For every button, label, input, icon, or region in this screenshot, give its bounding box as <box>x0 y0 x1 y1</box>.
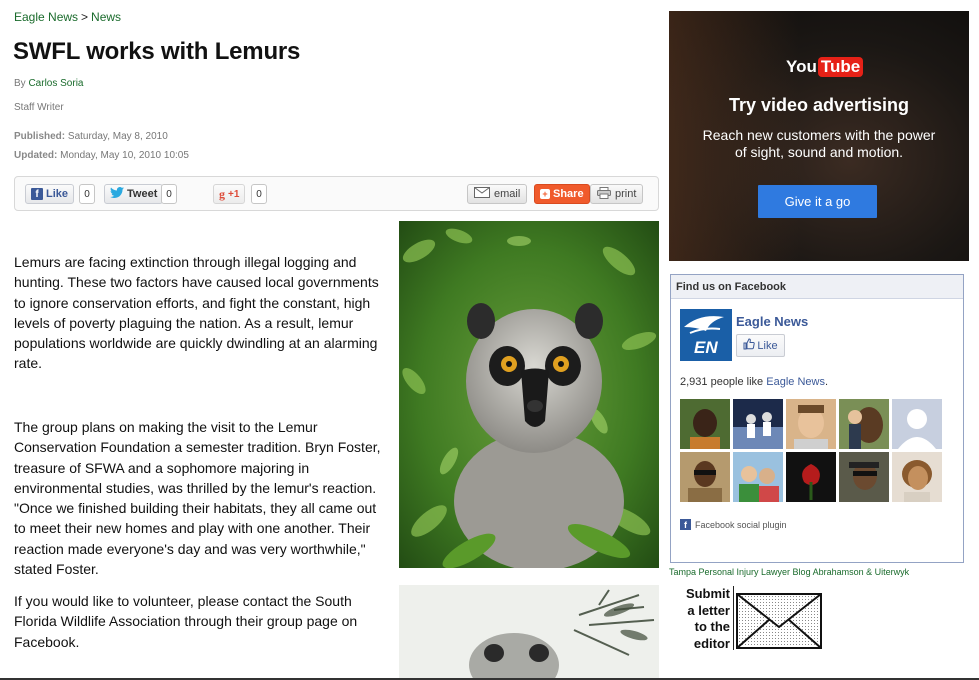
share-button[interactable]: + Share <box>534 184 590 204</box>
fan-faces-grid <box>680 399 944 502</box>
ad-subtext: Reach new customers with the power of si… <box>702 127 936 160</box>
fan-avatar[interactable] <box>786 399 836 449</box>
fan-count-page-link[interactable]: Eagle News <box>766 376 825 388</box>
facebook-page-like-button[interactable]: Like <box>736 334 785 357</box>
updated-label: Updated: <box>14 150 58 161</box>
google-plus-one-button[interactable]: g +1 <box>213 184 246 204</box>
breadcrumb-home-link[interactable]: Eagle News <box>14 10 78 24</box>
print-icon <box>597 186 611 202</box>
article-title: SWFL works with Lemurs <box>13 38 301 65</box>
byline-prefix: By <box>14 78 26 89</box>
share-plus-icon: + <box>540 189 550 199</box>
ad-headline: Try video advertising <box>728 95 910 115</box>
fan-avatar[interactable] <box>733 399 783 449</box>
fan-count-suffix: . <box>824 376 829 388</box>
tweet-button[interactable]: Tweet <box>104 184 164 204</box>
lemur-photo-2 <box>399 585 659 680</box>
fan-avatar[interactable] <box>680 399 730 449</box>
tweet-label: Tweet <box>127 188 158 200</box>
byline: By Carlos Soria <box>14 78 83 89</box>
article-paragraph-1: Lemurs are facing extinction through ill… <box>14 254 379 372</box>
facebook-fan-count: 2,931 people like Eagle News. <box>680 376 828 388</box>
fan-avatar[interactable] <box>892 452 942 502</box>
submit-letter-line: editor <box>693 635 730 651</box>
author-link[interactable]: Carlos Soria <box>28 78 83 89</box>
google-plus-label: +1 <box>228 188 240 200</box>
fan-avatar[interactable] <box>786 452 836 502</box>
breadcrumb-separator: > <box>81 10 89 24</box>
envelope-icon[interactable] <box>736 593 822 649</box>
youtube-logo-tube: Tube <box>817 57 864 77</box>
facebook-icon: f <box>680 519 691 530</box>
youtube-logo: You Tube <box>786 57 864 77</box>
breadcrumb: Eagle News > News <box>14 10 121 24</box>
facebook-like-count: 0 <box>79 184 95 204</box>
fan-avatar[interactable] <box>839 452 889 502</box>
facebook-like-box: Find us on Facebook EN Eagle News Like 2… <box>670 274 964 563</box>
letter-divider <box>733 586 734 650</box>
fan-avatar[interactable] <box>680 452 730 502</box>
ad-cta-button[interactable]: Give it a go <box>758 185 877 218</box>
lemur-photo <box>399 221 659 568</box>
fan-count-text: 2,931 people like <box>680 376 764 388</box>
fan-avatar[interactable] <box>733 452 783 502</box>
email-icon <box>474 187 490 201</box>
submit-letter-line: Submit <box>685 586 730 601</box>
breadcrumb-news-link[interactable]: News <box>91 10 121 24</box>
facebook-box-header: Find us on Facebook <box>671 275 963 299</box>
facebook-plugin-label: Facebook social plugin <box>695 519 787 530</box>
submit-letter-line: to the <box>694 619 730 634</box>
article-paragraph-2: The group plans on making the visit to t… <box>14 419 381 578</box>
twitter-icon <box>110 187 124 201</box>
print-label: print <box>615 188 637 200</box>
facebook-like-button[interactable]: f Like <box>25 184 75 204</box>
share-label: Share <box>553 188 584 200</box>
print-button[interactable]: print <box>590 184 644 204</box>
tweet-count: 0 <box>161 184 177 204</box>
email-button[interactable]: email <box>467 184 528 204</box>
updated-date: Monday, May 10, 2010 10:05 <box>60 150 189 161</box>
facebook-like-label: Like <box>46 188 69 200</box>
facebook-page-like-label: Like <box>757 339 778 352</box>
fan-avatar[interactable] <box>839 399 889 449</box>
fan-avatar[interactable] <box>892 399 942 449</box>
lawyer-blog-link[interactable]: Tampa Personal Injury Lawyer Blog Abraha… <box>669 567 909 577</box>
article-dates: Published: Saturday, May 8, 2010 Updated… <box>14 127 189 165</box>
share-bar: f Like 0 Tweet 0 g +1 0 email + Share pr… <box>14 176 659 211</box>
google-plus-icon: g <box>219 186 225 201</box>
article-paragraph-3: If you would like to volunteer, please c… <box>14 593 358 650</box>
google-plus-count: 0 <box>251 184 267 204</box>
facebook-page-name-link[interactable]: Eagle News <box>736 314 808 329</box>
youtube-ad[interactable]: You Tube Try video advertising Reach new… <box>669 11 969 261</box>
eagle-news-logo[interactable]: EN <box>680 309 732 361</box>
published-label: Published: <box>14 131 66 142</box>
facebook-social-plugin: f Facebook social plugin <box>680 519 787 530</box>
submit-letter-line: a letter <box>687 602 730 618</box>
facebook-icon: f <box>31 188 43 200</box>
thumbs-up-icon <box>743 338 756 353</box>
published-date: Saturday, May 8, 2010 <box>67 131 168 142</box>
youtube-logo-you: You <box>786 57 817 76</box>
email-label: email <box>494 188 521 200</box>
author-role: Staff Writer <box>14 102 64 113</box>
logo-text: EN <box>694 338 718 357</box>
submit-letter-link[interactable]: Submit a letter to the editor <box>680 586 730 652</box>
